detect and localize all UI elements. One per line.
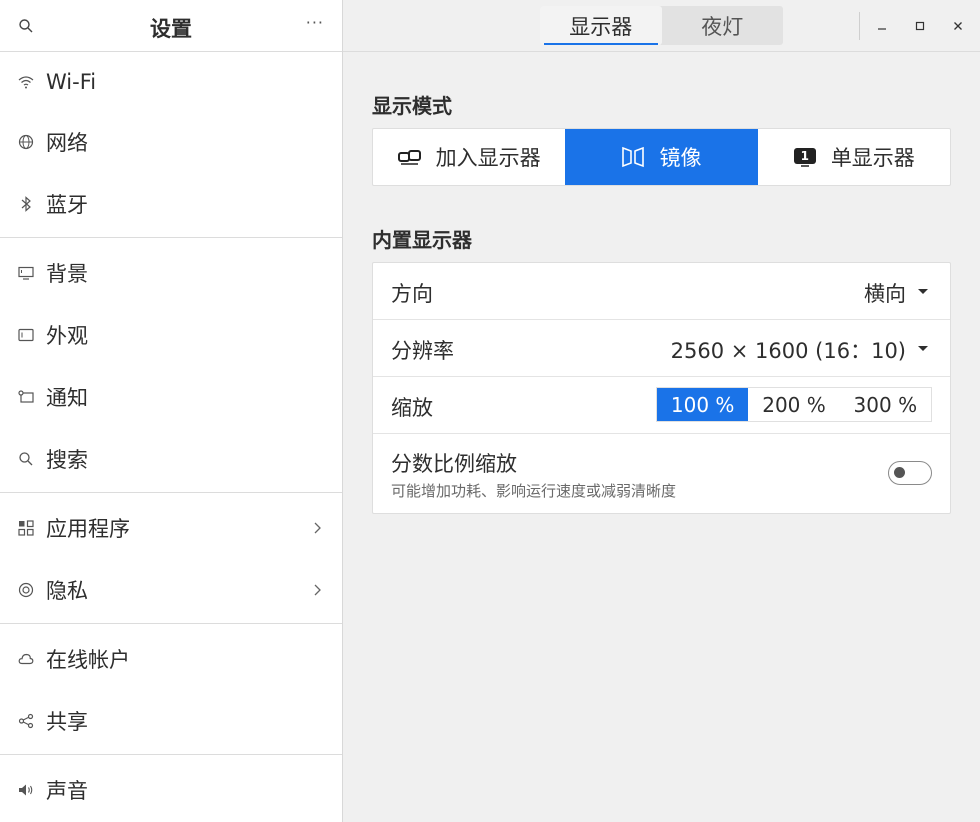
sidebar-item-label: 外观	[46, 324, 88, 348]
resolution-row[interactable]: 分辨率 2560 × 1600 (16：10)	[373, 320, 950, 377]
sidebar-item-label: 声音	[46, 779, 88, 803]
sidebar-divider	[0, 237, 342, 238]
orientation-row[interactable]: 方向 横向	[373, 263, 950, 320]
sidebar-item-label: 背景	[46, 262, 88, 286]
single-display-button[interactable]: 1 单显示器	[758, 129, 950, 185]
sidebar-item-appearance[interactable]: 外观	[0, 310, 342, 360]
sidebar-header: 设置 ···	[0, 0, 342, 52]
scale-label: 缩放	[391, 396, 433, 420]
single-display-label: 单显示器	[830, 146, 915, 170]
settings-window: 设置 ··· Wi-Fi 网络 蓝牙 背景 外观 通知 搜索 应用程序 隐私 在…	[0, 0, 980, 822]
mirror-button[interactable]: 镜像	[565, 129, 758, 185]
fractional-scaling-toggle[interactable]	[888, 461, 932, 485]
search-icon	[18, 451, 34, 467]
more-menu-icon[interactable]: ···	[306, 13, 324, 32]
dropdown-arrow-icon[interactable]	[918, 346, 928, 351]
scale-row: 缩放 100 % 200 % 300 %	[373, 377, 950, 434]
sidebar-item-share[interactable]: 共享	[0, 696, 342, 746]
tab-display[interactable]: 显示器	[540, 6, 662, 45]
builtin-display-title: 内置显示器	[372, 228, 472, 252]
join-displays-icon	[397, 149, 422, 165]
fractional-scaling-label: 分数比例缩放	[391, 452, 517, 476]
orientation-label: 方向	[391, 282, 433, 306]
sidebar-item-label: 蓝牙	[46, 193, 88, 217]
sidebar-item-background[interactable]: 背景	[0, 248, 342, 298]
sidebar-divider	[0, 623, 342, 624]
window-controls-divider	[859, 12, 860, 40]
privacy-icon	[18, 582, 34, 598]
sidebar-item-label: 应用程序	[46, 517, 130, 541]
sidebar-divider	[0, 754, 342, 755]
sidebar-item-online-accounts[interactable]: 在线帐户	[0, 634, 342, 684]
sidebar-item-search[interactable]: 搜索	[0, 434, 342, 484]
sidebar-item-label: 通知	[46, 386, 88, 410]
orientation-value[interactable]: 横向	[864, 278, 906, 308]
sidebar-item-label: 隐私	[46, 579, 88, 603]
share-icon	[18, 713, 34, 729]
sidebar-item-label: 搜索	[46, 448, 88, 472]
wifi-icon	[18, 74, 34, 90]
fractional-scaling-row: 分数比例缩放 可能增加功耗、影响运行速度或减弱清晰度	[373, 434, 950, 513]
sidebar-item-apps[interactable]: 应用程序	[0, 503, 342, 553]
sidebar-divider	[0, 492, 342, 493]
single-display-badge: 1	[800, 149, 809, 163]
fractional-scaling-subtitle: 可能增加功耗、影响运行速度或减弱清晰度	[391, 482, 677, 500]
toggle-knob	[894, 467, 905, 478]
sidebar: 设置 ··· Wi-Fi 网络 蓝牙 背景 外观 通知 搜索 应用程序 隐私 在…	[0, 0, 343, 822]
mirror-icon	[621, 146, 645, 168]
dropdown-arrow-icon[interactable]	[918, 289, 928, 294]
tab-night-light[interactable]: 夜灯	[662, 6, 784, 45]
join-displays-label: 加入显示器	[435, 146, 541, 170]
sidebar-item-sound[interactable]: 声音	[0, 765, 342, 815]
display-mode-title: 显示模式	[372, 94, 452, 118]
builtin-display-card: 方向 横向 分辨率 2560 × 1600 (16：10) 缩放 100 % 2…	[372, 262, 951, 514]
join-displays-button[interactable]: 加入显示器	[373, 129, 565, 185]
sidebar-title: 设置	[150, 17, 192, 41]
view-switcher: 显示器 夜灯	[540, 6, 783, 45]
sidebar-item-label: 网络	[46, 131, 88, 155]
resolution-label: 分辨率	[391, 339, 454, 363]
network-icon	[18, 134, 34, 150]
sidebar-item-notification[interactable]: 通知	[0, 372, 342, 422]
scale-option-100[interactable]: 100 %	[657, 388, 749, 421]
scale-option-300[interactable]: 300 %	[840, 388, 931, 421]
close-button[interactable]	[946, 14, 970, 38]
header-bar: 显示器 夜灯	[343, 0, 980, 52]
sidebar-item-privacy[interactable]: 隐私	[0, 565, 342, 615]
sidebar-item-wifi[interactable]: Wi-Fi	[0, 57, 342, 107]
cloud-icon	[18, 651, 34, 667]
minimize-button[interactable]	[870, 14, 894, 38]
sidebar-item-label: Wi-Fi	[46, 70, 97, 94]
scale-selector: 100 % 200 % 300 %	[656, 387, 932, 422]
chevron-right-icon	[312, 520, 322, 536]
background-icon	[18, 265, 34, 281]
display-mode-selector: 加入显示器 镜像 1 单显示器	[372, 128, 951, 186]
appearance-icon	[18, 327, 34, 343]
sound-icon	[18, 782, 34, 798]
notification-icon	[18, 389, 34, 405]
sidebar-item-bluetooth[interactable]: 蓝牙	[0, 179, 342, 229]
sidebar-item-label: 在线帐户	[46, 648, 130, 672]
sidebar-item-label: 共享	[46, 710, 88, 734]
resolution-value[interactable]: 2560 × 1600 (16：10)	[671, 335, 906, 365]
chevron-right-icon	[312, 582, 322, 598]
sidebar-item-network[interactable]: 网络	[0, 117, 342, 167]
single-display-icon: 1	[793, 147, 817, 167]
scale-option-200[interactable]: 200 %	[748, 388, 839, 421]
bluetooth-icon	[18, 196, 34, 212]
apps-icon	[18, 520, 34, 536]
maximize-button[interactable]	[908, 14, 932, 38]
mirror-label: 镜像	[659, 146, 702, 170]
